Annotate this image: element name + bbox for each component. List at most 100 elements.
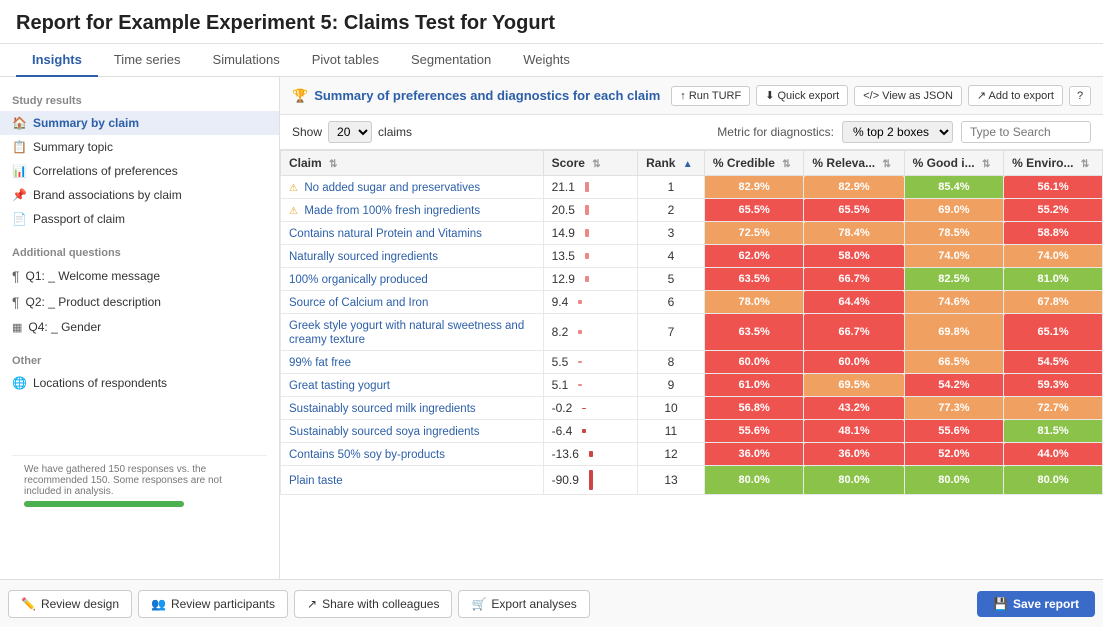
claim-link[interactable]: 100% organically produced	[289, 274, 428, 286]
save-report-button[interactable]: 💾 Save report	[977, 591, 1095, 617]
help-button[interactable]: ?	[1069, 86, 1091, 106]
data-table-scroll[interactable]: Claim ⇅ Score ⇅ Rank ▲ % Credible ⇅ % Re…	[280, 150, 1103, 495]
rank-cell: 8	[638, 351, 705, 374]
score-bar	[578, 361, 582, 364]
credible-cell: 60.0%	[704, 351, 804, 374]
tab-bar: Insights Time series Simulations Pivot t…	[0, 44, 1103, 77]
claim-link[interactable]: Great tasting yogurt	[289, 380, 390, 392]
col-rank[interactable]: Rank ▲	[638, 151, 705, 176]
tab-simulations[interactable]: Simulations	[197, 44, 296, 77]
relevance-cell: 78.4%	[804, 222, 904, 245]
run-turf-button[interactable]: ↑ Run TURF	[671, 86, 750, 106]
tab-weights[interactable]: Weights	[507, 44, 586, 77]
sidebar-item-locations[interactable]: 🌐 Locations of respondents	[0, 371, 279, 395]
claim-link[interactable]: Plain taste	[289, 475, 343, 487]
col-enviro[interactable]: % Enviro... ⇅	[1004, 151, 1103, 176]
show-select[interactable]: 20 10 50	[328, 121, 372, 143]
col-score[interactable]: Score ⇅	[543, 151, 638, 176]
score-bar	[589, 451, 593, 458]
claim-link[interactable]: Sustainably sourced soya ingredients	[289, 426, 480, 438]
claim-icon: ⚠	[289, 206, 298, 217]
claim-link[interactable]: Contains 50% soy by-products	[289, 449, 445, 461]
claim-link[interactable]: Naturally sourced ingredients	[289, 251, 438, 263]
tab-insights[interactable]: Insights	[16, 44, 98, 77]
people-icon: 👥	[151, 597, 166, 611]
score-cell: 13.5	[543, 245, 638, 268]
rank-cell: 12	[638, 443, 705, 466]
house-icon: 🏠	[12, 116, 27, 130]
review-design-button[interactable]: ✏️ Review design	[8, 590, 132, 618]
table-row: 100% organically produced 12.9 5 63.5% 6…	[281, 268, 1103, 291]
good-cell: 74.6%	[904, 291, 1004, 314]
globe-icon: 🌐	[12, 376, 27, 390]
sidebar-item-summary-by-claim[interactable]: 🏠 Summary by claim	[0, 111, 279, 135]
table-row: 99% fat free 5.5 8 60.0% 60.0% 66.5% 54.…	[281, 351, 1103, 374]
claim-link[interactable]: Made from 100% fresh ingredients	[304, 205, 480, 217]
tab-time-series[interactable]: Time series	[98, 44, 197, 77]
sidebar-item-brand-associations[interactable]: 📌 Brand associations by claim	[0, 183, 279, 207]
rank-cell: 4	[638, 245, 705, 268]
table-row: ⚠ Made from 100% fresh ingredients 20.5 …	[281, 199, 1103, 222]
score-cell: 12.9	[543, 268, 638, 291]
export-analyses-button[interactable]: 🛒 Export analyses	[458, 590, 589, 618]
score-value: -90.9	[552, 473, 579, 487]
view-json-button[interactable]: </> View as JSON	[854, 86, 962, 106]
score-bar	[578, 330, 582, 334]
sidebar-item-summary-by-topic[interactable]: 📋 Summary topic	[0, 135, 279, 159]
credible-cell: 63.5%	[704, 268, 804, 291]
col-claim[interactable]: Claim ⇅	[281, 151, 544, 176]
relevance-cell: 48.1%	[804, 420, 904, 443]
col-good[interactable]: % Good i... ⇅	[904, 151, 1004, 176]
sidebar-item-correlations[interactable]: 📊 Correlations of preferences	[0, 159, 279, 183]
score-value: -0.2	[552, 401, 573, 415]
export-icon: 🛒	[471, 597, 486, 611]
score-cell: 5.5	[543, 351, 638, 374]
col-relevance[interactable]: % Releva... ⇅	[804, 151, 904, 176]
claim-link[interactable]: Source of Calcium and Iron	[289, 297, 428, 309]
add-to-export-button[interactable]: ↗ Add to export	[968, 85, 1063, 106]
good-cell: 69.8%	[904, 314, 1004, 351]
rank-cell: 2	[638, 199, 705, 222]
claim-link[interactable]: Greek style yogurt with natural sweetnes…	[289, 320, 524, 346]
enviro-cell: 59.3%	[1004, 374, 1103, 397]
score-bar	[578, 384, 582, 387]
share-colleagues-button[interactable]: ↗ Share with colleagues	[294, 590, 452, 618]
content-title-text: Summary of preferences and diagnostics f…	[314, 88, 660, 103]
tab-pivot-tables[interactable]: Pivot tables	[296, 44, 395, 77]
credible-cell: 80.0%	[704, 466, 804, 495]
search-input[interactable]	[961, 121, 1091, 143]
score-value: -13.6	[552, 447, 579, 461]
sort-claim-icon: ⇅	[329, 159, 337, 170]
sidebar-item-q4[interactable]: ▦ Q4: _ Gender	[0, 315, 279, 339]
claim-link[interactable]: No added sugar and preservatives	[304, 182, 480, 194]
claim-cell: Naturally sourced ingredients	[281, 245, 544, 268]
credible-cell: 78.0%	[704, 291, 804, 314]
score-cell: -0.2	[543, 397, 638, 420]
relevance-cell: 64.4%	[804, 291, 904, 314]
col-credible[interactable]: % Credible ⇅	[704, 151, 804, 176]
good-cell: 54.2%	[904, 374, 1004, 397]
metric-select[interactable]: % top 2 boxes % top box Mean	[842, 121, 953, 143]
score-cell: 8.2	[543, 314, 638, 351]
claim-cell: Great tasting yogurt	[281, 374, 544, 397]
tab-segmentation[interactable]: Segmentation	[395, 44, 507, 77]
score-value: 14.9	[552, 226, 575, 240]
claim-link[interactable]: 99% fat free	[289, 357, 351, 369]
sidebar-item-passport[interactable]: 📄 Passport of claim	[0, 207, 279, 231]
additional-questions-section: Additional questions	[0, 239, 279, 263]
review-participants-button[interactable]: 👥 Review participants	[138, 590, 288, 618]
claim-link[interactable]: Sustainably sourced milk ingredients	[289, 403, 476, 415]
sort-score-icon: ⇅	[592, 159, 600, 170]
claim-link[interactable]: Contains natural Protein and Vitamins	[289, 228, 482, 240]
good-cell: 77.3%	[904, 397, 1004, 420]
chart-icon: 📊	[12, 164, 27, 178]
claim-cell: Greek style yogurt with natural sweetnes…	[281, 314, 544, 351]
sidebar-label-brand: Brand associations by claim	[33, 188, 182, 202]
metric-label: Metric for diagnostics:	[717, 125, 834, 139]
paragraph2-icon: ¶	[12, 294, 20, 310]
enviro-cell: 56.1%	[1004, 176, 1103, 199]
sidebar-item-q2[interactable]: ¶ Q2: _ Product description	[0, 289, 279, 315]
quick-export-button[interactable]: ⬇ Quick export	[756, 85, 848, 106]
good-cell: 55.6%	[904, 420, 1004, 443]
sidebar-item-q1[interactable]: ¶ Q1: _ Welcome message	[0, 263, 279, 289]
